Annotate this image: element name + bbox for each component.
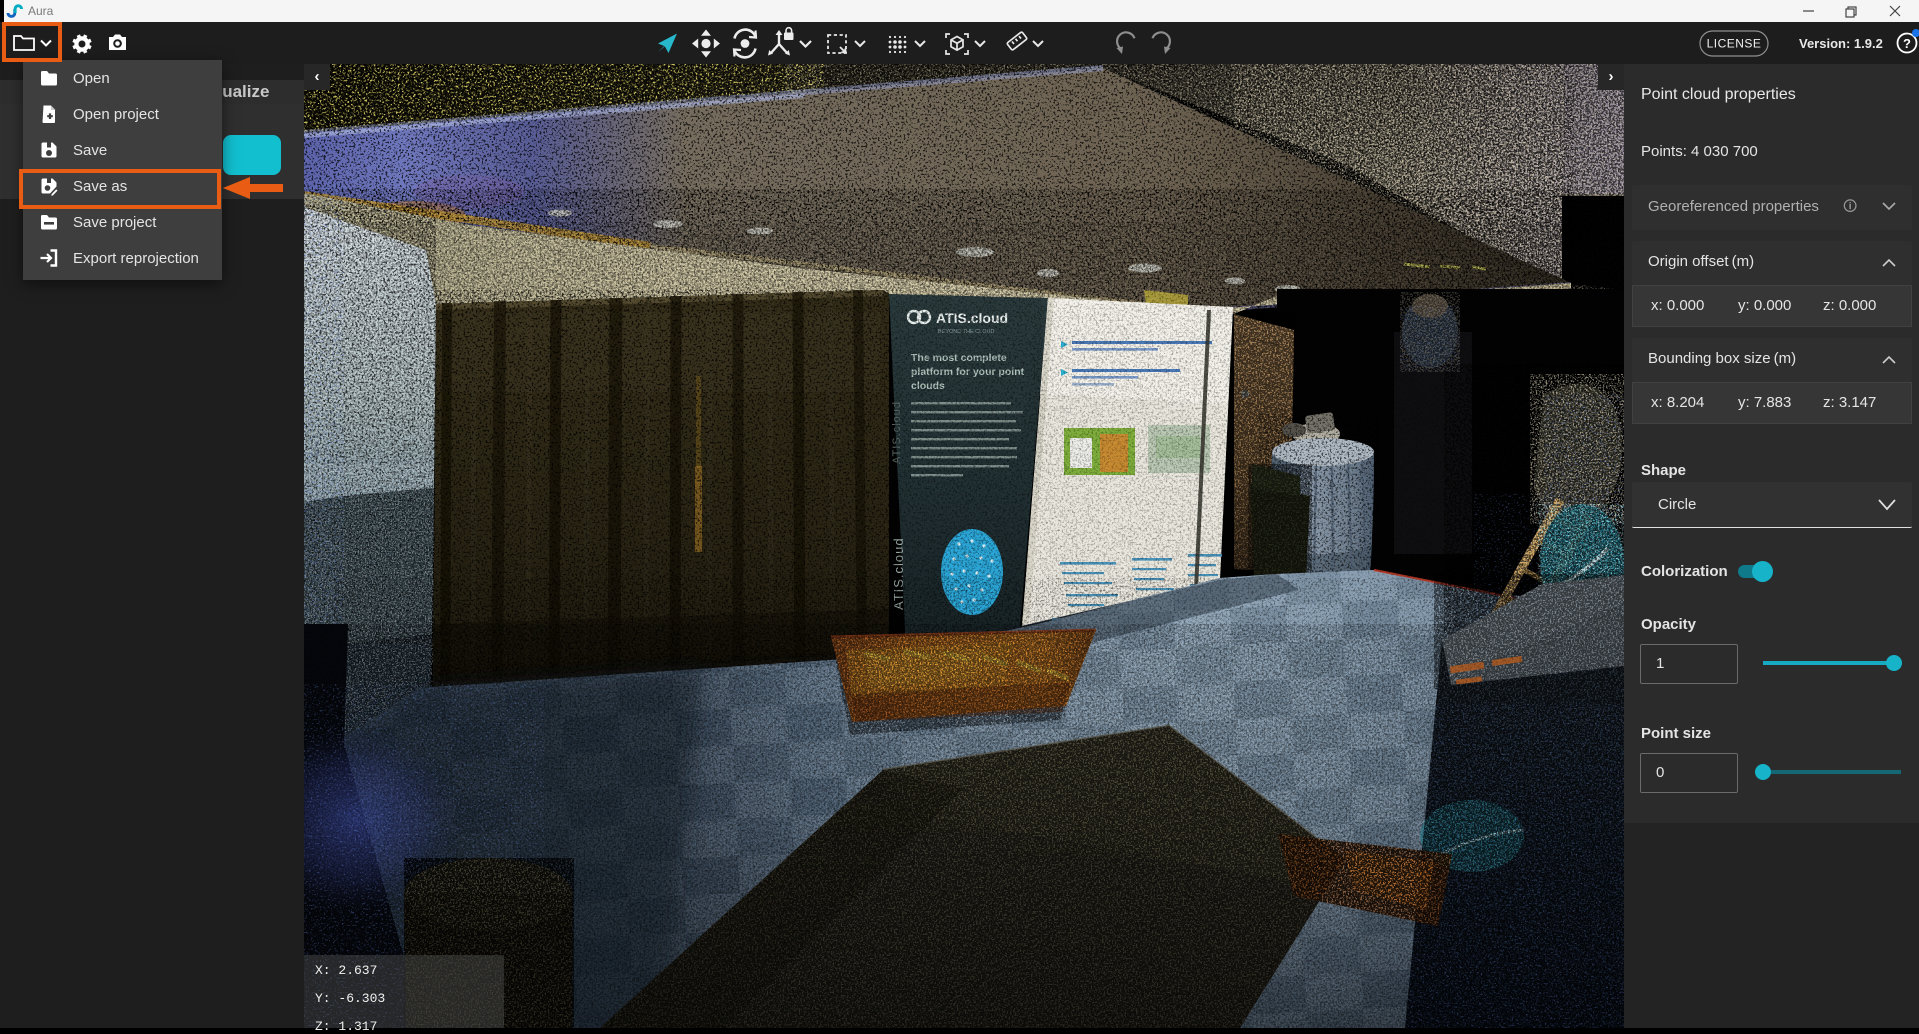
svg-text:LICENSE: LICENSE xyxy=(1707,37,1762,51)
svg-text:?: ? xyxy=(1903,36,1911,51)
svg-text:Version: 1.9.2: Version: 1.9.2 xyxy=(1799,36,1883,51)
